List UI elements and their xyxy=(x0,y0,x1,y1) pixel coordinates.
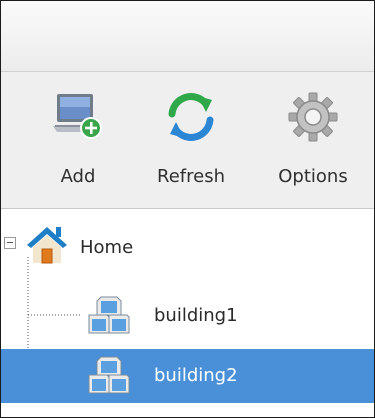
tree-item-building1[interactable]: building1 xyxy=(1,289,374,343)
building-icon xyxy=(88,356,130,394)
tree-item-home[interactable]: Home xyxy=(1,223,374,277)
add-label: Add xyxy=(60,166,96,187)
collapse-toggle[interactable] xyxy=(4,237,16,249)
window: Add Refresh Options Home building1 build… xyxy=(0,0,375,418)
add-computer-icon xyxy=(53,94,102,139)
add-button[interactable]: Add xyxy=(39,84,117,202)
refresh-icon xyxy=(168,93,214,141)
tree-view: Home building1 building2 xyxy=(1,209,374,417)
refresh-label: Refresh xyxy=(157,166,225,187)
gear-icon xyxy=(288,92,338,142)
tree-item-label: building1 xyxy=(154,305,238,326)
tree-item-building2[interactable]: building2 xyxy=(1,349,374,403)
tree-item-label: Home xyxy=(80,237,134,258)
tree-item-label: building2 xyxy=(154,365,238,386)
toolbar: Add Refresh Options xyxy=(1,72,374,209)
refresh-button[interactable]: Refresh xyxy=(141,84,241,202)
options-label: Options xyxy=(278,166,348,187)
title-bar[interactable] xyxy=(1,1,374,72)
home-icon xyxy=(27,227,67,264)
options-button[interactable]: Options xyxy=(263,84,363,202)
building-icon xyxy=(88,296,130,334)
